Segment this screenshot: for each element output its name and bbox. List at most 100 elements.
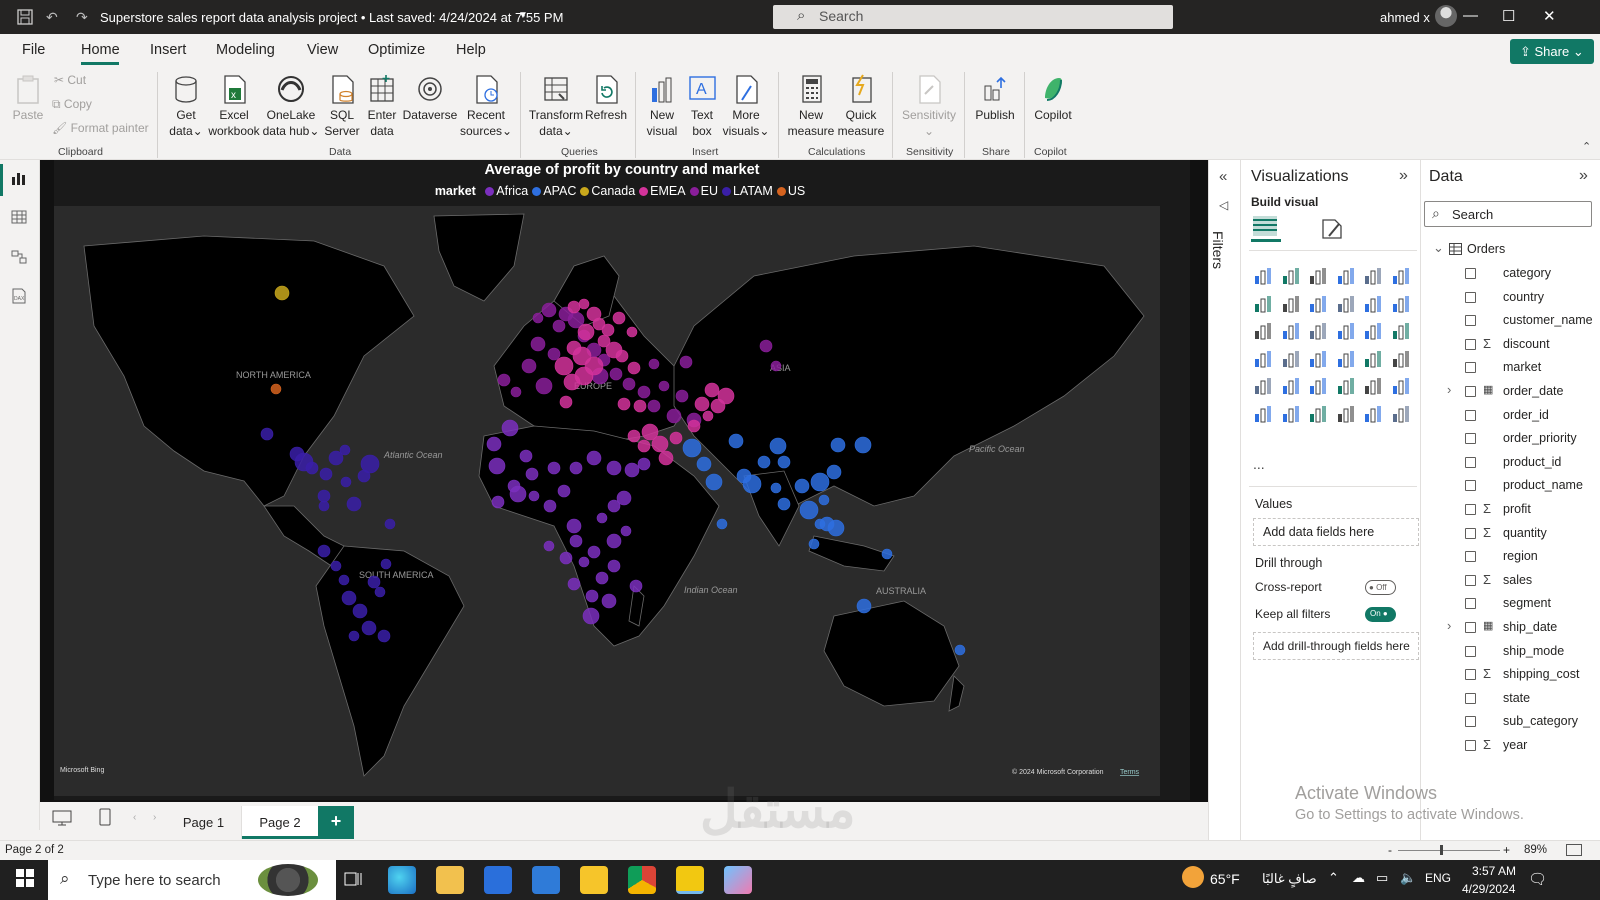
chevron-right-icon[interactable]: › xyxy=(1447,382,1451,397)
visual-type-icon[interactable] xyxy=(1391,376,1411,396)
field-order-date[interactable]: › ▦ order_date xyxy=(1421,382,1600,404)
visual-type-icon[interactable] xyxy=(1253,349,1273,369)
visual-type-icon[interactable] xyxy=(1281,294,1301,314)
field-discount[interactable]: Σdiscount xyxy=(1421,335,1600,357)
collapse-data-icon[interactable]: » xyxy=(1579,167,1588,185)
visual-type-icon[interactable] xyxy=(1253,376,1273,396)
field-checkbox[interactable] xyxy=(1465,409,1476,421)
legend-item-apac[interactable]: APAC xyxy=(532,184,576,198)
bubble-africa[interactable] xyxy=(595,571,609,585)
bubble-latam[interactable] xyxy=(348,630,360,642)
visual-type-icon[interactable] xyxy=(1363,294,1383,314)
bubble-latam[interactable] xyxy=(338,574,350,586)
bubble-africa[interactable] xyxy=(569,461,583,475)
bubble-eu[interactable] xyxy=(637,385,651,399)
visual-type-icon[interactable] xyxy=(1391,349,1411,369)
refresh-button[interactable]: Refresh xyxy=(584,74,628,123)
model-view-icon[interactable] xyxy=(11,250,29,266)
build-visual-tab[interactable] xyxy=(1251,214,1281,242)
bubble-emea[interactable] xyxy=(612,311,626,325)
bubble-apac[interactable] xyxy=(794,478,810,494)
scroll-right-icon[interactable]: › xyxy=(153,812,156,823)
bubble-latam[interactable] xyxy=(319,467,333,481)
player-icon[interactable] xyxy=(580,866,608,894)
bubble-africa[interactable] xyxy=(528,490,540,502)
field-checkbox[interactable] xyxy=(1465,315,1476,327)
scroll-left-icon[interactable]: ‹ xyxy=(133,812,136,823)
bubble-latam[interactable] xyxy=(374,586,386,598)
fit-page-icon[interactable] xyxy=(1566,844,1582,856)
taskbar-search-input[interactable]: ⌕ Type here to search xyxy=(48,860,336,900)
visual-type-icon[interactable] xyxy=(1336,404,1356,424)
bubble-emea[interactable] xyxy=(597,334,611,348)
field-checkbox[interactable] xyxy=(1465,268,1476,279)
visual-type-icon[interactable] xyxy=(1281,404,1301,424)
field-checkbox[interactable] xyxy=(1465,692,1476,704)
bubble-emea[interactable] xyxy=(694,396,710,412)
bubble-apac[interactable] xyxy=(830,437,846,453)
weather-temp[interactable]: 65°F xyxy=(1210,871,1240,887)
menu-optimize[interactable]: Optimize xyxy=(368,42,425,58)
visual-type-icon[interactable] xyxy=(1281,321,1301,341)
bubble-africa[interactable] xyxy=(547,461,561,475)
visual-type-icon[interactable] xyxy=(1363,266,1383,286)
field-ship-mode[interactable]: ship_mode xyxy=(1421,642,1600,664)
bubble-africa[interactable] xyxy=(606,460,622,476)
maximize-icon[interactable]: ☐ xyxy=(1502,7,1515,25)
bubble-eu[interactable] xyxy=(647,399,661,413)
bubble-latam[interactable] xyxy=(352,603,368,619)
field-product-id[interactable]: product_id xyxy=(1421,453,1600,475)
menu-help[interactable]: Help xyxy=(456,42,486,58)
visual-type-icon[interactable] xyxy=(1336,321,1356,341)
bubble-emea[interactable] xyxy=(637,439,651,453)
field-year[interactable]: Σyear xyxy=(1421,736,1600,758)
minimize-icon[interactable]: — xyxy=(1463,7,1478,24)
redo-icon[interactable]: ↷ xyxy=(76,9,88,26)
bubble-africa[interactable] xyxy=(519,449,533,463)
field-state[interactable]: state xyxy=(1421,689,1600,711)
page-tab-2[interactable]: Page 2 xyxy=(242,806,318,839)
bubble-eu[interactable] xyxy=(658,380,670,392)
data-search-input[interactable]: ⌕ Search xyxy=(1424,201,1592,227)
notifications-icon[interactable]: 🗨 xyxy=(1528,870,1547,888)
bubble-africa[interactable] xyxy=(567,577,581,591)
field-checkbox[interactable] xyxy=(1465,291,1476,303)
chevron-up-icon[interactable]: ⌃ xyxy=(1328,870,1339,886)
get-data-button[interactable]: Get data⌄ xyxy=(164,74,208,139)
bubble-latam[interactable] xyxy=(318,500,330,512)
bubble-latam[interactable] xyxy=(346,496,362,512)
paste-button[interactable]: Paste xyxy=(10,74,46,123)
field-order-priority[interactable]: order_priority xyxy=(1421,429,1600,451)
bubble-apac[interactable] xyxy=(826,464,842,480)
visual-type-icon[interactable] xyxy=(1308,349,1328,369)
bubble-eu[interactable] xyxy=(759,339,773,353)
zoom-out-icon[interactable]: - xyxy=(1388,843,1392,857)
bubble-apac[interactable] xyxy=(769,437,787,455)
visual-type-icon[interactable] xyxy=(1308,321,1328,341)
bubble-apac[interactable] xyxy=(954,644,966,656)
legend-item-canada[interactable]: Canada xyxy=(580,184,635,198)
bubble-africa[interactable] xyxy=(543,499,557,513)
bubble-emea[interactable] xyxy=(633,399,647,413)
field-ship-date[interactable]: › ▦ ship_date xyxy=(1421,618,1600,640)
bubble-latam[interactable] xyxy=(317,489,331,503)
power-bi-icon[interactable] xyxy=(676,866,704,894)
bubble-emea[interactable] xyxy=(578,298,590,310)
bubble-apac[interactable] xyxy=(799,500,819,520)
bubble-us[interactable] xyxy=(270,383,282,395)
field-checkbox[interactable] xyxy=(1465,669,1476,681)
field-category[interactable]: category xyxy=(1421,264,1600,286)
visual-type-icon[interactable] xyxy=(1391,321,1411,341)
text-box-button[interactable]: A Text box xyxy=(684,74,720,139)
quick-measure-button[interactable]: Quick measure xyxy=(836,74,886,139)
bubble-emea[interactable] xyxy=(577,323,595,341)
transform-data-button[interactable]: Transform data⌄ xyxy=(528,74,584,139)
bubble-africa[interactable] xyxy=(624,462,640,478)
visual-type-icon[interactable] xyxy=(1253,294,1273,314)
title-dropdown-icon[interactable]: ▼ xyxy=(518,10,528,21)
bubble-africa[interactable] xyxy=(486,436,502,452)
app-icon[interactable] xyxy=(724,866,752,894)
filters-pane[interactable]: « ◁ Filters xyxy=(1208,160,1240,840)
bubble-apac[interactable] xyxy=(856,598,872,614)
copilot-button[interactable]: Copilot xyxy=(1030,74,1076,123)
